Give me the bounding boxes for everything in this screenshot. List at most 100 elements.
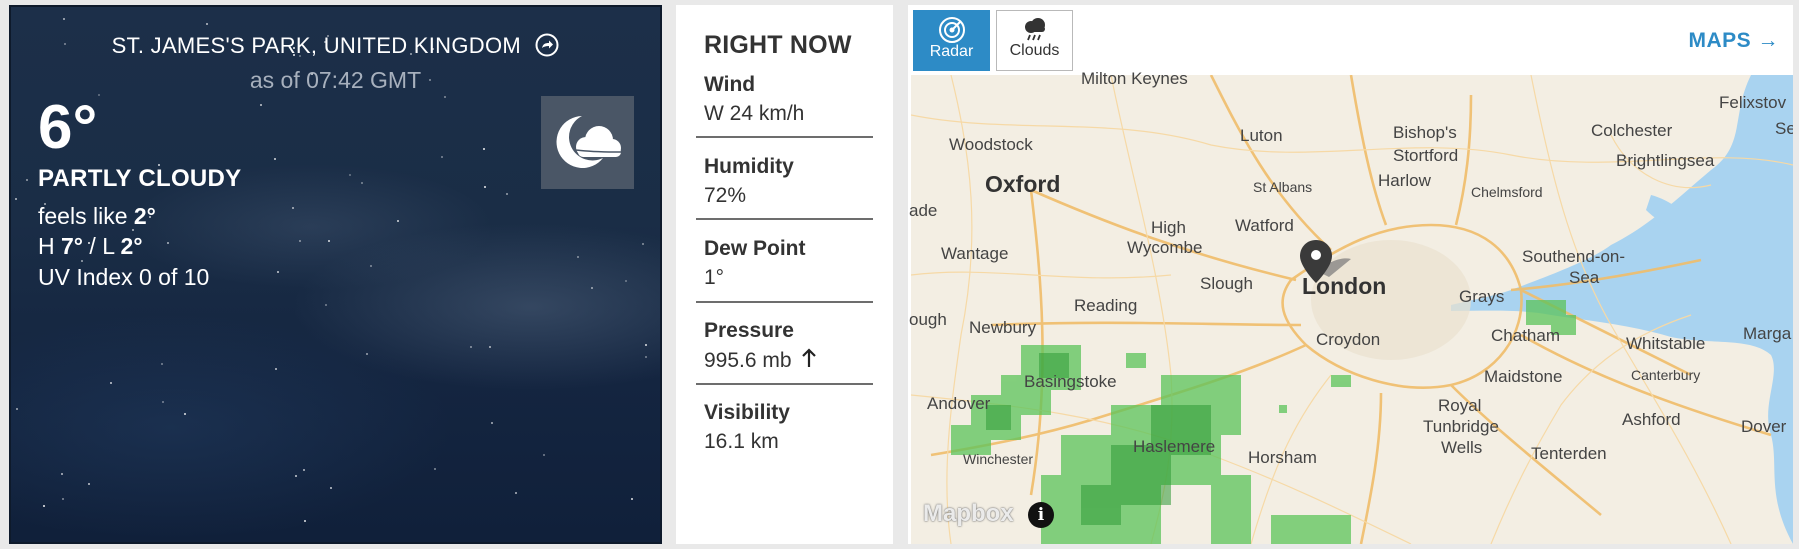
map-info-button[interactable]: i <box>1028 502 1054 528</box>
star <box>370 265 372 267</box>
star <box>274 158 276 160</box>
radar-map[interactable]: Milton Keynes Felixstov Se Luton Bishop'… <box>909 69 1793 544</box>
place-label: Oxford <box>985 171 1061 197</box>
divider <box>696 383 873 385</box>
star <box>162 401 164 403</box>
feels-like-value: 2° <box>133 203 156 229</box>
humidity-value: 72% <box>704 184 747 207</box>
star <box>484 186 486 188</box>
star <box>15 198 17 200</box>
place-label: Brightlingsea <box>1616 151 1715 170</box>
star <box>325 304 327 306</box>
place-label: Haslemere <box>1133 437 1216 456</box>
low-value: 2° <box>120 233 143 259</box>
condition-text: PARTLY CLOUDY <box>38 165 242 192</box>
star <box>591 287 593 289</box>
place-label: St Albans <box>1253 179 1313 195</box>
high-label: H <box>38 233 55 259</box>
place-label: Slough <box>1200 274 1253 293</box>
feels-like: feels like 2° <box>38 203 156 230</box>
star <box>483 148 485 150</box>
star <box>349 174 351 176</box>
star <box>642 243 644 245</box>
weather-icon-tile <box>541 96 634 189</box>
star <box>299 240 301 242</box>
place-label: Basingstoke <box>1024 372 1117 391</box>
location-name[interactable]: ST. JAMES'S PARK, UNITED KINGDOM <box>112 33 521 58</box>
radar-button[interactable]: Radar <box>913 10 990 71</box>
star <box>206 23 208 25</box>
place-label: Wells <box>1441 438 1483 457</box>
place-label: Harlow <box>1378 171 1431 190</box>
current-conditions-panel: ST. JAMES'S PARK, UNITED KINGDOM as of 0… <box>9 5 662 544</box>
feels-like-label: feels like <box>38 203 128 229</box>
star <box>81 260 83 262</box>
arrow-up-icon <box>802 348 817 367</box>
star <box>577 256 579 258</box>
star <box>275 368 277 370</box>
wind-label: Wind <box>704 73 756 96</box>
star <box>645 356 647 358</box>
star <box>625 280 627 282</box>
maps-link[interactable]: MAPS → <box>1688 29 1779 53</box>
star <box>43 505 45 507</box>
star <box>63 18 65 20</box>
location-arrow-icon[interactable] <box>535 33 559 57</box>
star <box>62 498 64 500</box>
high-value: 7° <box>61 233 84 259</box>
divider <box>696 218 873 220</box>
place-label: Croydon <box>1316 330 1381 349</box>
radar-icon <box>938 17 965 43</box>
pressure-row: 995.6 mb <box>704 348 884 373</box>
pressure-item: Pressure 995.6 mb <box>704 319 884 373</box>
place-label: Bishop's <box>1393 123 1457 142</box>
cloud-rain-icon <box>1024 18 1045 41</box>
place-label: Tenterden <box>1531 444 1607 463</box>
star <box>295 475 297 477</box>
map-base-layer <box>911 75 1793 544</box>
observation-time: as of 07:42 GMT <box>249 67 422 93</box>
temperature: 6° <box>38 93 98 162</box>
place-label: Marga <box>1743 324 1792 343</box>
place-label: Sea <box>1569 268 1600 287</box>
star <box>366 353 368 355</box>
star <box>161 363 163 365</box>
place-label: Felixstov <box>1719 93 1787 112</box>
place-label: Wantage <box>941 244 1009 263</box>
star <box>470 346 472 348</box>
place-label: Stortford <box>1393 146 1459 165</box>
place-label: Horsham <box>1248 448 1317 467</box>
place-label: Southend-on- <box>1522 247 1626 266</box>
star <box>491 422 493 424</box>
wind-item: Wind W 24 km/h <box>704 73 884 126</box>
visibility-item: Visibility 16.1 km <box>704 401 884 454</box>
star <box>260 104 262 106</box>
right-now-panel: RIGHT NOW Wind W 24 km/h Humidity 72% De… <box>676 5 893 544</box>
place-label: Milton Keynes <box>1081 69 1188 88</box>
place-label: Andover <box>927 394 991 413</box>
right-now-title: RIGHT NOW <box>704 31 852 59</box>
place-label: Ashford <box>1622 410 1681 429</box>
place-label: Woodstock <box>949 135 1033 154</box>
humidity-label: Humidity <box>704 155 794 178</box>
radar-map-panel: Radar Clouds MAPS → Milton Keynes Felixs… <box>908 5 1793 544</box>
star <box>110 382 112 384</box>
star <box>515 492 517 494</box>
dew-point-value: 1° <box>704 266 725 289</box>
star <box>330 487 332 489</box>
place-label: London <box>1302 273 1387 299</box>
place-label: Tunbridge <box>1423 417 1499 436</box>
place-label: Grays <box>1459 287 1505 306</box>
clouds-button[interactable]: Clouds <box>996 10 1073 71</box>
place-label: Se <box>1775 119 1793 138</box>
place-label: Whitstable <box>1626 334 1706 353</box>
divider <box>696 301 873 303</box>
star <box>506 193 508 195</box>
star <box>444 96 446 98</box>
place-label: Chatham <box>1491 326 1560 345</box>
place-label: Chelmsford <box>1471 184 1543 200</box>
star <box>88 483 90 485</box>
star <box>489 346 491 348</box>
location-row[interactable]: ST. JAMES'S PARK, UNITED KINGDOM <box>11 33 660 59</box>
star <box>167 242 169 244</box>
